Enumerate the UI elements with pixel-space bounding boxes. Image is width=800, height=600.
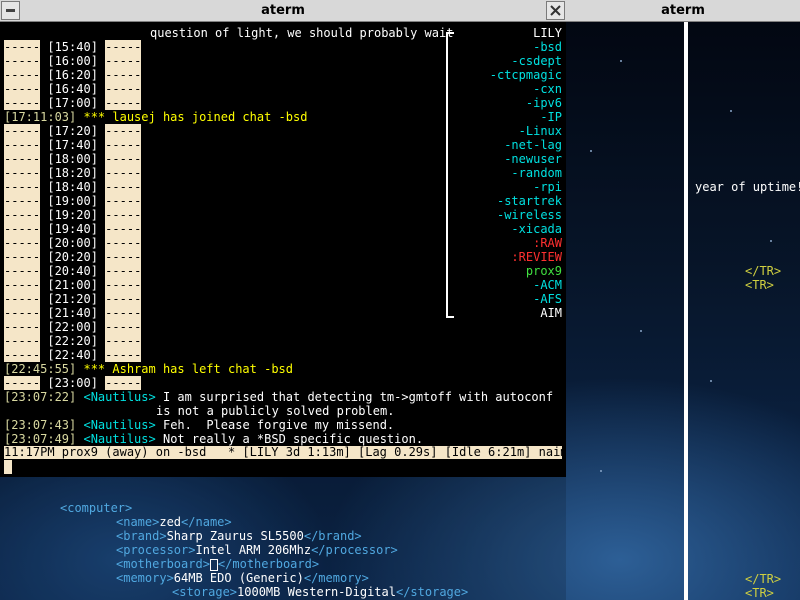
idle-stamp-line: ----- [17:40] ----- bbox=[4, 138, 142, 152]
idle-stamp-line: ----- [16:40] ----- bbox=[4, 82, 142, 96]
idle-stamp-line: ----- [21:00] ----- bbox=[4, 278, 142, 292]
buddy-item[interactable]: -bsd bbox=[533, 40, 562, 54]
buddy-item[interactable]: -ACM bbox=[533, 278, 562, 292]
idle-stamp-line: ----- [18:40] ----- bbox=[4, 180, 142, 194]
idle-stamp-line: ----- [18:20] ----- bbox=[4, 166, 142, 180]
chat-input[interactable] bbox=[4, 460, 562, 474]
chat-line: question of light, we should probably wa… bbox=[150, 26, 454, 40]
buddy-item[interactable]: -rpi bbox=[533, 180, 562, 194]
idle-stamp-line: ----- [22:40] ----- bbox=[4, 348, 142, 362]
window-title: aterm bbox=[661, 3, 705, 18]
message-line: [23:07:43] <Nautilus> Feh. Please forgiv… bbox=[4, 418, 395, 432]
idle-stamp-line: ----- [19:00] ----- bbox=[4, 194, 142, 208]
buddy-item[interactable]: -AFS bbox=[533, 292, 562, 306]
buddy-item[interactable]: -random bbox=[511, 166, 562, 180]
uptime-text: year of uptime! bbox=[695, 180, 800, 194]
buddy-item[interactable]: -net-lag bbox=[504, 138, 562, 152]
star bbox=[600, 470, 602, 472]
tr-close-tag: </TR> bbox=[745, 264, 782, 278]
star bbox=[730, 110, 732, 112]
buddy-item-self[interactable]: prox9 bbox=[526, 264, 562, 278]
buddy-item[interactable]: -csdept bbox=[511, 54, 562, 68]
xml-line: <memory>64MB EDO (Generic)</memory> bbox=[116, 571, 369, 585]
close-button[interactable] bbox=[546, 1, 565, 20]
window-title: aterm bbox=[261, 3, 305, 18]
idle-stamp-line: ----- [16:20] ----- bbox=[4, 68, 142, 82]
tr-open-tag: <TR> bbox=[745, 586, 774, 600]
idle-stamp-line: ----- [15:40] ----- bbox=[4, 40, 142, 54]
idle-stamp-line: ----- [16:00] ----- bbox=[4, 54, 142, 68]
buddy-item-review[interactable]: :REVIEW bbox=[511, 250, 562, 264]
idle-stamp-line: ----- [20:40] ----- bbox=[4, 264, 142, 278]
buddy-item-raw[interactable]: :RAW bbox=[533, 236, 562, 250]
xml-line: <motherboard> </motherboard> bbox=[116, 557, 320, 571]
buddy-item[interactable]: -Linux bbox=[519, 124, 562, 138]
editor-cursor bbox=[209, 558, 218, 571]
star bbox=[640, 330, 642, 332]
buddy-list-frame bbox=[446, 32, 454, 318]
buddy-item[interactable]: -xicada bbox=[511, 222, 562, 236]
status-bar: 11:17PM prox9 (away) on -bsd * [LILY 3d … bbox=[4, 445, 566, 459]
idle-stamp-line: ----- [17:20] ----- bbox=[4, 124, 142, 138]
idle-stamp-line: ----- [17:00] ----- bbox=[4, 96, 142, 110]
text-cursor bbox=[4, 460, 12, 474]
tr-open-tag: <TR> bbox=[745, 278, 774, 292]
buddy-item[interactable]: -ipv6 bbox=[526, 96, 562, 110]
leave-event-line: [22:45:55] *** Ashram has left chat -bsd bbox=[4, 362, 293, 376]
buddy-item[interactable]: -ctcpmagic bbox=[490, 68, 562, 82]
buddy-item[interactable]: -startrek bbox=[497, 194, 562, 208]
right-window-divider bbox=[684, 22, 688, 600]
star bbox=[710, 380, 712, 382]
message-line: [23:07:49] <Nautilus> Not really a *BSD … bbox=[4, 432, 424, 446]
message-line: is not a publicly solved problem. bbox=[156, 404, 395, 418]
xml-line: <brand>Sharp Zaurus SL5500</brand> bbox=[116, 529, 362, 543]
xml-line: <storage>1000MB Western-Digital</storage… bbox=[172, 585, 469, 599]
buddy-item[interactable]: -cxn bbox=[533, 82, 562, 96]
buddy-item[interactable]: -wireless bbox=[497, 208, 562, 222]
join-event-line: [17:11:03] *** lausej has joined chat -b… bbox=[4, 110, 308, 124]
xml-line: <name>zed</name> bbox=[116, 515, 232, 529]
idle-stamp-line: ----- [19:40] ----- bbox=[4, 222, 142, 236]
buddy-group-footer[interactable]: AIM bbox=[540, 306, 562, 320]
star bbox=[590, 150, 592, 152]
close-icon bbox=[550, 5, 561, 16]
tr-close-tag: </TR> bbox=[745, 572, 782, 586]
idle-stamp-line: ----- [21:40] ----- bbox=[4, 306, 142, 320]
xml-line: <computer> bbox=[60, 501, 133, 515]
window-menu-button[interactable] bbox=[1, 1, 20, 20]
left-window-titlebar[interactable]: aterm bbox=[0, 0, 566, 22]
idle-stamp-line: ----- [23:00] ----- bbox=[4, 376, 142, 390]
idle-stamp-line: ----- [18:00] ----- bbox=[4, 152, 142, 166]
xml-line: <processor>Intel ARM 206Mhz</processor> bbox=[116, 543, 398, 557]
window-menu-icon bbox=[6, 9, 15, 12]
xml-editor-window[interactable]: <computer> <name>zed</name> <brand>Sharp… bbox=[0, 477, 566, 600]
idle-stamp-line: ----- [20:00] ----- bbox=[4, 236, 142, 250]
idle-stamp-line: ----- [20:20] ----- bbox=[4, 250, 142, 264]
star bbox=[770, 240, 772, 242]
idle-stamp-line: ----- [19:20] ----- bbox=[4, 208, 142, 222]
buddy-item[interactable]: -IP bbox=[540, 110, 562, 124]
idle-stamp-line: ----- [22:00] ----- bbox=[4, 320, 142, 334]
idle-stamp-line: ----- [22:20] ----- bbox=[4, 334, 142, 348]
star bbox=[620, 60, 622, 62]
right-window-titlebar[interactable]: aterm bbox=[566, 0, 800, 22]
buddy-item[interactable]: -newuser bbox=[504, 152, 562, 166]
buddy-group-header[interactable]: LILY bbox=[533, 26, 562, 40]
message-line: [23:07:22] <Nautilus> I am surprised tha… bbox=[4, 390, 554, 404]
naim-terminal[interactable]: question of light, we should probably wa… bbox=[0, 22, 566, 477]
idle-stamp-line: ----- [21:20] ----- bbox=[4, 292, 142, 306]
